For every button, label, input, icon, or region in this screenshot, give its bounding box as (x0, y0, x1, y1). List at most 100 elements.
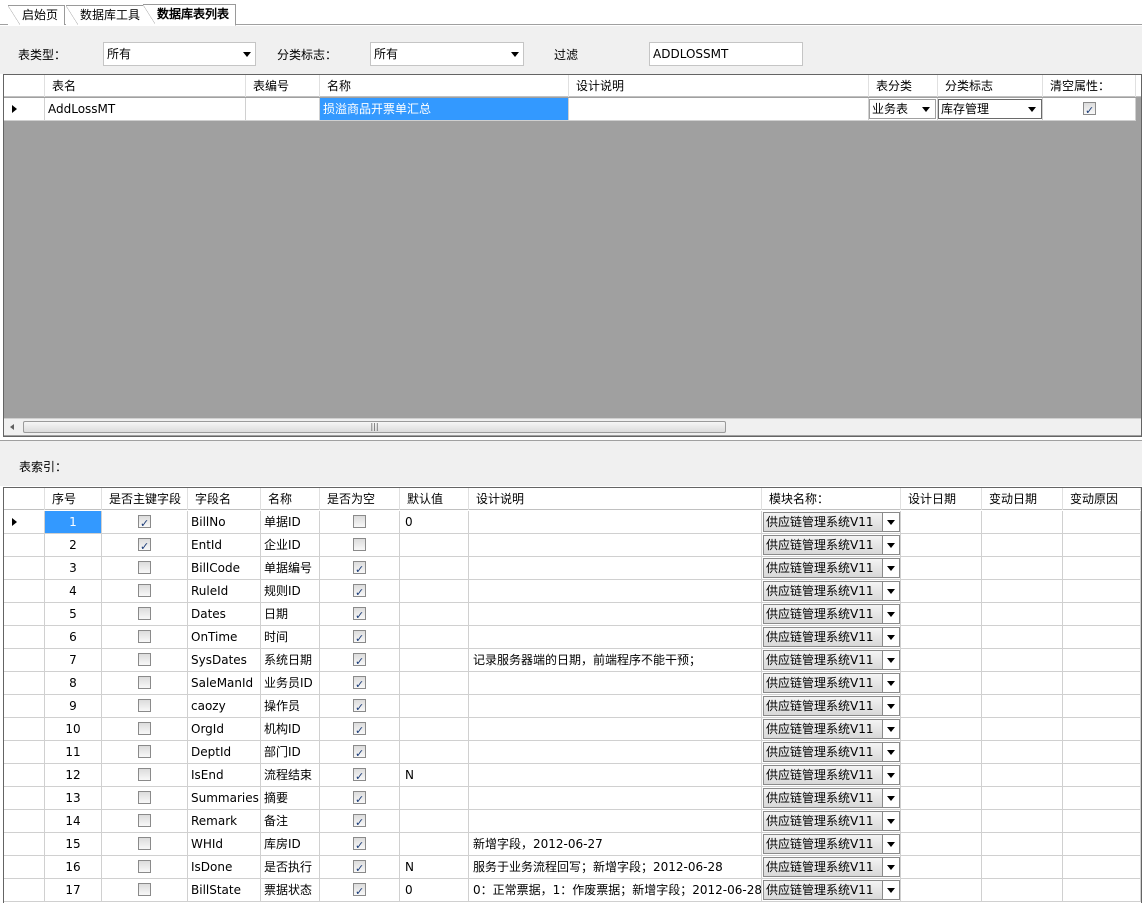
change-reason-cell[interactable] (1063, 557, 1141, 580)
seq-cell[interactable]: 2 (45, 534, 102, 557)
module-select[interactable]: 供应链管理系统V11 (763, 719, 900, 739)
field-name-cell[interactable]: IsDone (188, 856, 261, 879)
field-name-cell[interactable]: OrgId (188, 718, 261, 741)
description-cell[interactable]: 记录服务器端的日期，前端程序不能干预； (469, 649, 762, 672)
row-header[interactable] (4, 557, 45, 580)
category-cell[interactable]: 库存管理 (938, 98, 1043, 121)
table-row[interactable]: 10 OrgId机构ID 供应链管理系统V11 (4, 718, 1141, 741)
table-row[interactable]: 6 OnTime时间 供应链管理系统V11 (4, 626, 1141, 649)
default-cell[interactable]: 0 (400, 511, 469, 534)
design-date-cell[interactable] (901, 695, 982, 718)
col-header-module[interactable]: 模块名称： (762, 488, 901, 510)
nullable-checkbox[interactable] (353, 766, 366, 786)
row-header[interactable] (4, 98, 45, 121)
table-row[interactable]: 17 BillState票据状态 00：正常票据，1：作废票据；新增字段；2012-… (4, 879, 1141, 902)
table-type-select[interactable]: 所有 (103, 42, 256, 66)
table-no-cell[interactable] (246, 98, 320, 121)
nullable-cell[interactable] (320, 649, 400, 672)
description-cell[interactable] (469, 787, 762, 810)
row-header[interactable] (4, 787, 45, 810)
description-cell[interactable] (469, 741, 762, 764)
field-label-cell[interactable]: 机构ID (261, 718, 320, 741)
table-row[interactable]: 7 SysDates系统日期 记录服务器端的日期，前端程序不能干预； 供应链管理系统V… (4, 649, 1141, 672)
description-cell[interactable] (469, 580, 762, 603)
primary-key-cell[interactable] (102, 511, 188, 534)
nullable-checkbox[interactable] (353, 605, 366, 625)
primary-key-checkbox[interactable] (138, 676, 151, 689)
row-header[interactable] (4, 718, 45, 741)
module-cell[interactable]: 供应链管理系统V11 (762, 534, 901, 557)
description-cell[interactable]: 服务于业务流程回写；新增字段；2012-06-28 (469, 856, 762, 879)
design-date-cell[interactable] (901, 649, 982, 672)
change-date-cell[interactable] (982, 695, 1063, 718)
seq-cell[interactable]: 3 (45, 557, 102, 580)
nullable-checkbox[interactable] (353, 651, 366, 671)
nullable-checkbox[interactable] (353, 559, 366, 579)
col-header-change-date[interactable]: 变动日期 (982, 488, 1063, 510)
seq-cell[interactable]: 16 (45, 856, 102, 879)
field-name-cell[interactable]: OnTime (188, 626, 261, 649)
nullable-cell[interactable] (320, 511, 400, 534)
col-header-name[interactable]: 名称 (320, 75, 569, 97)
description-cell[interactable] (469, 626, 762, 649)
description-cell[interactable] (469, 718, 762, 741)
change-date-cell[interactable] (982, 764, 1063, 787)
col-header-design-date[interactable]: 设计日期 (901, 488, 982, 510)
nullable-cell[interactable] (320, 557, 400, 580)
nullable-checkbox[interactable] (353, 538, 366, 551)
col-header-primary-key[interactable]: 是否主键字段 (102, 488, 188, 510)
module-cell[interactable]: 供应链管理系统V11 (762, 603, 901, 626)
table-row[interactable]: 4 RuleId规则ID 供应链管理系统V11 (4, 580, 1141, 603)
primary-key-checkbox[interactable] (138, 699, 151, 712)
primary-key-checkbox[interactable] (138, 860, 151, 873)
change-date-cell[interactable] (982, 856, 1063, 879)
table-row[interactable]: 8 SaleManId业务员ID 供应链管理系统V11 (4, 672, 1141, 695)
primary-key-checkbox[interactable] (138, 607, 151, 620)
design-date-cell[interactable] (901, 534, 982, 557)
change-date-cell[interactable] (982, 626, 1063, 649)
change-reason-cell[interactable] (1063, 626, 1141, 649)
chevron-down-icon[interactable] (882, 674, 899, 692)
default-cell[interactable] (400, 718, 469, 741)
module-select[interactable]: 供应链管理系统V11 (763, 788, 900, 808)
design-date-cell[interactable] (901, 764, 982, 787)
default-cell[interactable]: 0 (400, 879, 469, 902)
primary-key-cell[interactable] (102, 810, 188, 833)
primary-key-checkbox[interactable] (138, 745, 151, 758)
seq-cell[interactable]: 14 (45, 810, 102, 833)
scroll-left-icon[interactable] (10, 424, 14, 430)
col-header-seq[interactable]: 序号 (45, 488, 102, 510)
change-reason-cell[interactable] (1063, 810, 1141, 833)
clear-attr-cell[interactable] (1043, 98, 1136, 121)
change-reason-cell[interactable] (1063, 741, 1141, 764)
change-date-cell[interactable] (982, 557, 1063, 580)
default-cell[interactable] (400, 787, 469, 810)
primary-key-checkbox[interactable] (138, 883, 151, 896)
category-select[interactable]: 所有 (370, 42, 524, 66)
seq-cell[interactable]: 4 (45, 580, 102, 603)
module-cell[interactable]: 供应链管理系统V11 (762, 741, 901, 764)
primary-key-checkbox[interactable] (138, 837, 151, 850)
chevron-down-icon[interactable] (882, 835, 899, 853)
col-header-name[interactable]: 名称 (261, 488, 320, 510)
design-date-cell[interactable] (901, 580, 982, 603)
description-cell[interactable] (469, 764, 762, 787)
seq-cell[interactable]: 10 (45, 718, 102, 741)
nullable-cell[interactable] (320, 879, 400, 902)
field-label-cell[interactable]: 企业ID (261, 534, 320, 557)
description-cell[interactable]: 0：正常票据，1：作废票据；新增字段；2012-06-28 (469, 879, 762, 902)
clear-attr-checkbox[interactable] (1083, 100, 1096, 120)
row-header[interactable] (4, 580, 45, 603)
module-select[interactable]: 供应链管理系统V11 (763, 834, 900, 854)
col-header-nullable[interactable]: 是否为空 (320, 488, 400, 510)
module-select[interactable]: 供应链管理系统V11 (763, 673, 900, 693)
nullable-cell[interactable] (320, 672, 400, 695)
change-reason-cell[interactable] (1063, 787, 1141, 810)
col-header-change-reason[interactable]: 变动原因 (1063, 488, 1141, 510)
col-header-default[interactable]: 默认值 (400, 488, 469, 510)
primary-key-cell[interactable] (102, 580, 188, 603)
description-cell[interactable] (469, 603, 762, 626)
primary-key-checkbox[interactable] (138, 768, 151, 781)
design-date-cell[interactable] (901, 856, 982, 879)
chevron-down-icon[interactable] (882, 628, 899, 646)
